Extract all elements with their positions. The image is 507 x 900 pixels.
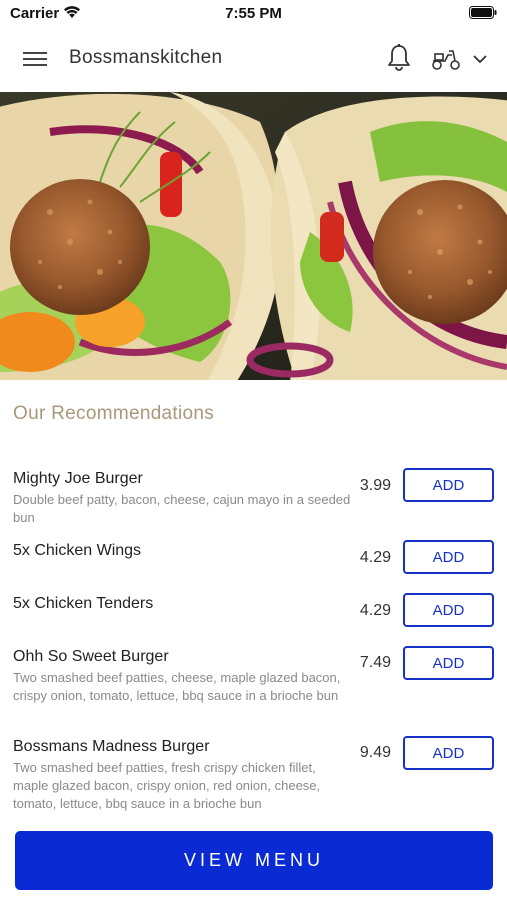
item-description: Two smashed beef patties, cheese, maple … [13, 670, 341, 703]
hero-illustration [0, 92, 507, 380]
item-price: 3.99 [359, 477, 391, 494]
item-price: 4.29 [359, 602, 391, 619]
add-button[interactable]: ADD [403, 736, 494, 770]
chevron-down-icon[interactable] [472, 52, 488, 66]
add-button[interactable]: ADD [403, 540, 494, 574]
item-description: Two smashed beef patties, fresh crispy c… [13, 760, 321, 811]
item-price: 7.49 [359, 654, 391, 671]
item-name: Bossmans Madness Burger [13, 738, 210, 755]
add-button[interactable]: ADD [403, 646, 494, 680]
item-price: 9.49 [359, 744, 391, 761]
scooter-icon[interactable] [430, 47, 462, 71]
item-name: 5x Chicken Tenders [13, 595, 154, 612]
status-bar: Carrier 7:55 PM [0, 0, 507, 26]
battery-icon [469, 6, 497, 19]
app-header: Bossmanskitchen [0, 26, 507, 92]
bell-icon[interactable] [385, 43, 413, 73]
item-name: Ohh So Sweet Burger [13, 648, 169, 665]
hero-image [0, 92, 507, 380]
add-button[interactable]: ADD [403, 593, 494, 627]
clock-label: 7:55 PM [225, 5, 282, 22]
item-description: Double beef patty, bacon, cheese, cajun … [13, 492, 351, 525]
menu-icon[interactable] [22, 47, 48, 71]
view-menu-button[interactable]: VIEW MENU [15, 831, 493, 890]
item-price: 4.29 [359, 549, 391, 566]
app-title: Bossmanskitchen [69, 47, 223, 68]
section-title-recommendations: Our Recommendations [13, 403, 215, 424]
add-button[interactable]: ADD [403, 468, 494, 502]
item-name: 5x Chicken Wings [13, 542, 142, 559]
item-name: Mighty Joe Burger [13, 470, 143, 487]
